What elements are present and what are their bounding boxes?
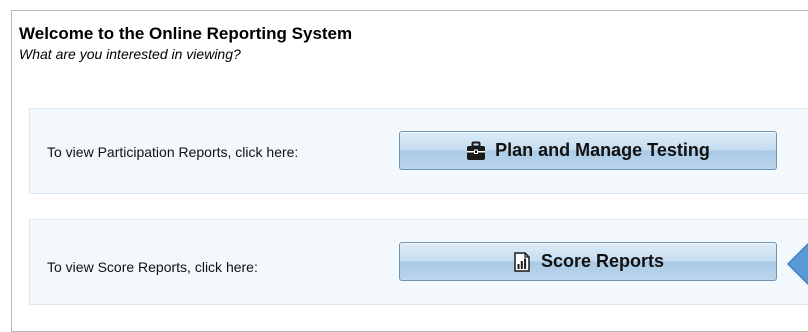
plan-and-manage-testing-label: Plan and Manage Testing <box>495 140 710 160</box>
page-subtitle: What are you interested in viewing? <box>19 46 241 62</box>
score-reports-section: To view Score Reports, click here: Score… <box>29 219 808 305</box>
participation-reports-section: To view Participation Reports, click her… <box>29 108 808 194</box>
page-title: Welcome to the Online Reporting System <box>19 24 353 43</box>
plan-and-manage-testing-button[interactable]: Plan and Manage Testing <box>399 131 777 170</box>
score-reports-button[interactable]: Score Reports <box>399 242 777 281</box>
bar-chart-document-icon <box>514 251 530 272</box>
briefcase-icon <box>467 141 486 160</box>
pointer-arrow-icon <box>787 242 808 286</box>
score-reports-prompt: To view Score Reports, click here: <box>47 259 258 275</box>
participation-reports-prompt: To view Participation Reports, click her… <box>47 144 299 160</box>
score-reports-label: Score Reports <box>540 251 665 271</box>
